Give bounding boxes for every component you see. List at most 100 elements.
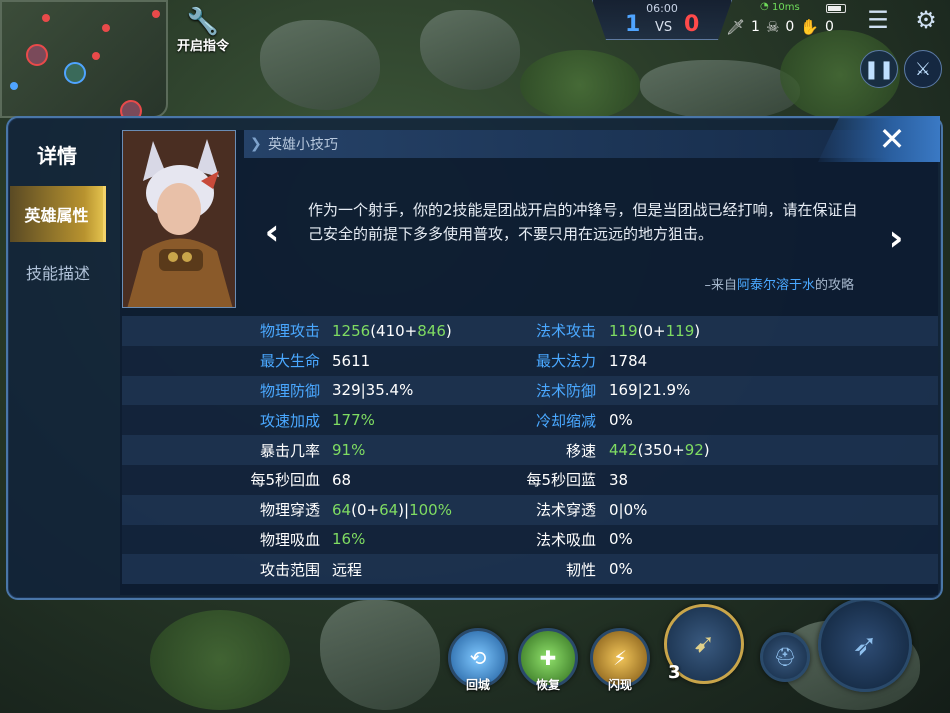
stat-label: 每5秒回血 — [250, 471, 320, 490]
tip-text: 作为一个射手，你的2技能是团战开启的冲锋号，但是当团战已经打响，请在保证自己安全… — [308, 201, 858, 243]
tip-source: –来自阿泰尔溶于水的攻略 — [704, 274, 854, 293]
wifi-icon: ◔ — [760, 1, 769, 12]
stat-value: 0|0% — [609, 500, 648, 519]
stat-value: 329|35.4% — [332, 381, 414, 400]
assists-count: 0 — [825, 19, 834, 35]
rock — [320, 600, 440, 710]
stat-value: 0% — [609, 530, 633, 549]
attack-icon: ➶ — [852, 627, 878, 663]
stat-row: 每5秒回血 68 每5秒回蓝 38 — [122, 464, 938, 495]
stat-row: 攻击范围 远程 韧性 0% — [122, 554, 938, 585]
stat-value: 1256(410+846) — [332, 321, 452, 340]
minimap-tower — [92, 52, 100, 60]
vs-label: VS — [655, 20, 673, 35]
attack-button[interactable]: ➶ — [818, 598, 912, 692]
stat-label: 物理吸血 — [259, 530, 320, 549]
stat-label: 法术吸血 — [535, 530, 596, 549]
tab-hero-attributes[interactable]: 英雄属性 — [10, 186, 106, 242]
kda-bar: 🗡 1 ☠ 0 ✋ 0 — [726, 14, 834, 40]
minimap-tower — [102, 24, 110, 32]
command-label: 开启指令 — [176, 39, 229, 54]
pause-button[interactable]: ❚❚ — [860, 50, 898, 88]
stat-value: 38 — [609, 470, 629, 489]
stat-label: 每5秒回蓝 — [526, 471, 596, 490]
minimap[interactable] — [0, 0, 168, 118]
stat-value: 5611 — [332, 351, 371, 370]
sword-icon: ⚔ — [914, 58, 932, 80]
item-button[interactable]: ⛑ — [760, 632, 810, 682]
dialog-content: ❯ 英雄小技巧 ✕ ‹ 作为一个射手，你的2技能是团战开启的冲锋号，但是当团战已… — [120, 116, 940, 595]
stat-value: 1784 — [609, 351, 648, 370]
hero-portrait-art — [123, 131, 235, 307]
close-button[interactable]: ✕ — [818, 116, 940, 162]
red-score: 0 — [684, 12, 700, 37]
arrow-icon: ➹ — [693, 629, 715, 659]
scoreboard: 06:00 1 VS 0 — [592, 0, 732, 40]
stat-value: 119(0+119) — [609, 321, 701, 340]
menu-icon[interactable]: ☰ — [858, 0, 898, 40]
dialog-title: 详情 — [37, 144, 77, 168]
hero-details-dialog: 详情 英雄属性 技能描述 ❯ 英雄小技巧 ✕ ‹ 作为一个射手，你的2技能是团战… — [6, 116, 943, 600]
stat-value: 177% — [332, 411, 375, 430]
stat-label: 暴击几率 — [259, 441, 320, 460]
battery-icon — [826, 4, 846, 13]
assist-icon: ✋ — [800, 18, 820, 36]
stat-value: 0% — [609, 560, 633, 579]
stat-label[interactable]: 最大生命 — [220, 350, 320, 371]
wrench-icon: 🔧 — [186, 7, 220, 37]
blue-score: 1 — [625, 12, 641, 37]
stat-value: 0% — [609, 411, 633, 430]
stat-label[interactable]: 法术防御 — [496, 380, 596, 401]
stat-row: 暴击几率 91% 移速 442(350+92) — [122, 435, 938, 465]
ping-text: 10ms — [772, 2, 800, 13]
kills-count: 1 — [751, 19, 760, 35]
flash-icon: ⚡ — [612, 646, 628, 670]
minimap-tower — [10, 82, 18, 90]
equip-button[interactable]: ⚔ — [904, 50, 942, 88]
stat-row: 物理防御 329|35.4% 法术防御 169|21.9% — [122, 375, 938, 406]
stat-label[interactable]: 物理攻击 — [220, 320, 320, 341]
match-time: 06:00 — [646, 2, 678, 15]
stat-value: 16% — [332, 530, 366, 549]
rock — [260, 20, 380, 110]
prev-tip-button[interactable]: ‹ — [258, 210, 286, 254]
stat-label[interactable]: 最大法力 — [496, 350, 596, 371]
stat-label[interactable]: 物理防御 — [220, 380, 320, 401]
stat-label: 物理穿透 — [259, 501, 320, 520]
grass — [150, 610, 290, 710]
tip-author-link[interactable]: 阿泰尔溶于水 — [737, 278, 815, 293]
heal-icon: ✚ — [539, 646, 557, 670]
tips-header-label: 英雄小技巧 — [268, 137, 338, 153]
next-tip-button[interactable]: › — [882, 216, 910, 260]
rock — [640, 60, 800, 120]
sword-icon: 🗡 — [726, 18, 746, 36]
stat-value: 169|21.9% — [609, 381, 691, 400]
skull-icon: ☠ — [765, 18, 780, 36]
stat-value: 68 — [332, 470, 352, 489]
recall-icon: ⟲ — [469, 646, 487, 670]
flash-label: 闪现 — [607, 678, 632, 692]
stat-label: 韧性 — [565, 560, 596, 579]
tab-skill-description[interactable]: 技能描述 — [10, 244, 106, 300]
stat-value: 442(350+92) — [609, 441, 710, 460]
minimap-tower — [42, 14, 50, 22]
chevron-right-icon: › — [888, 217, 904, 259]
stat-label[interactable]: 法术攻击 — [496, 320, 596, 341]
stat-row: 最大生命 5611 最大法力 1784 — [122, 345, 938, 376]
chevron-right-icon: ❯ — [250, 136, 262, 152]
command-button[interactable]: 🔧 开启指令 — [170, 2, 236, 60]
stat-value: 64(0+64)|100% — [332, 500, 452, 519]
stat-row: 物理穿透 64(0+64)|100% 法术穿透 0|0% — [122, 494, 938, 525]
tip-source-suffix: 的攻略 — [814, 278, 854, 293]
minimap-hero-marker — [64, 62, 86, 84]
deaths-count: 0 — [785, 19, 795, 35]
minimap-hero-marker — [26, 44, 48, 66]
gear-icon[interactable]: ⚙ — [906, 0, 946, 40]
hero-portrait — [122, 130, 236, 308]
stat-row: 物理攻击 1256(410+846) 法术攻击 119(0+119) — [122, 316, 938, 346]
stat-label[interactable]: 攻速加成 — [220, 410, 320, 431]
chevron-left-icon: ‹ — [264, 211, 280, 253]
stat-row: 物理吸血 16% 法术吸血 0% — [122, 524, 938, 555]
stat-label[interactable]: 冷却缩减 — [496, 410, 596, 431]
stat-value: 91% — [332, 441, 366, 460]
